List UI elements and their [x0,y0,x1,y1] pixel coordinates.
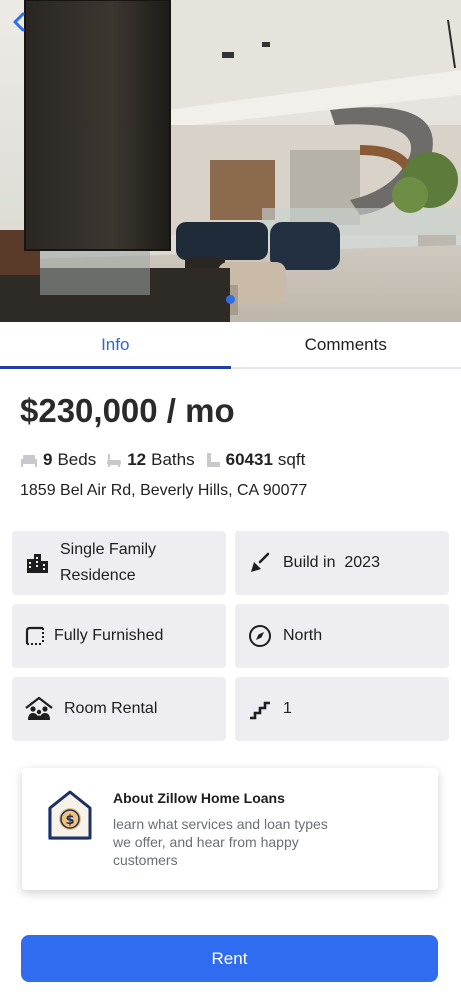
feature-label: Room Rental [64,700,158,717]
back-button[interactable] [8,10,32,34]
tab-bar: Info Comments [0,322,461,369]
area-value: 60431 [225,450,273,469]
loan-card-description: learn what services and loan types we of… [113,816,328,868]
trowel-icon [251,552,270,572]
svg-text:$: $ [65,813,74,828]
feature-property-type: Single Family Residence [12,531,226,595]
loan-card-title: About Zillow Home Loans [113,790,285,806]
compass-icon [249,625,271,647]
feature-label: Fully Furnished [54,627,164,644]
home-loans-card[interactable]: $ About Zillow Home Loans learn what ser… [22,768,438,890]
area-unit: sqft [277,450,306,469]
feature-label: North [283,627,323,644]
listing-specs: 9 Beds 12 Baths 60431 sqft [20,450,315,470]
building-icon [27,554,48,573]
baths-label: Baths [151,450,195,469]
family-home-icon [25,696,53,720]
rent-button[interactable]: Rent [21,935,438,982]
baths-spec: 12 Baths [106,450,195,470]
feature-label: Build in 2023 [283,554,380,571]
bed-icon [21,455,37,467]
feature-floors: 1 [235,677,449,741]
area-spec: 60431 sqft [205,450,306,470]
beds-spec: 9 Beds [20,450,96,470]
beds-label: Beds [57,450,97,469]
tab-comments[interactable]: Comments [231,322,461,367]
floor-plan-icon [25,626,44,645]
interior-photo-illustration [0,0,461,322]
feature-rental-type: Room Rental [12,677,226,741]
feature-label: 1 [283,700,292,717]
house-dollar-icon: $ [44,788,94,847]
feature-build-year: Build in 2023 [235,531,449,595]
feature-label: Single Family Residence [60,541,157,584]
ruler-icon [206,453,220,467]
listing-address: 1859 Bel Air Rd, Beverly Hills, CA 90077 [20,482,308,499]
feature-furnishing: Fully Furnished [12,604,226,668]
listing-photo[interactable] [0,0,461,322]
baths-count: 12 [127,450,147,469]
carousel-indicator[interactable] [226,295,235,304]
bathtub-icon [107,454,122,467]
feature-orientation: North [235,604,449,668]
beds-count: 9 [43,450,53,469]
tab-info[interactable]: Info [0,322,231,369]
stairs-icon [250,701,270,720]
chevron-left-icon [13,12,25,32]
listing-price: $230,000 / mo [20,392,235,429]
